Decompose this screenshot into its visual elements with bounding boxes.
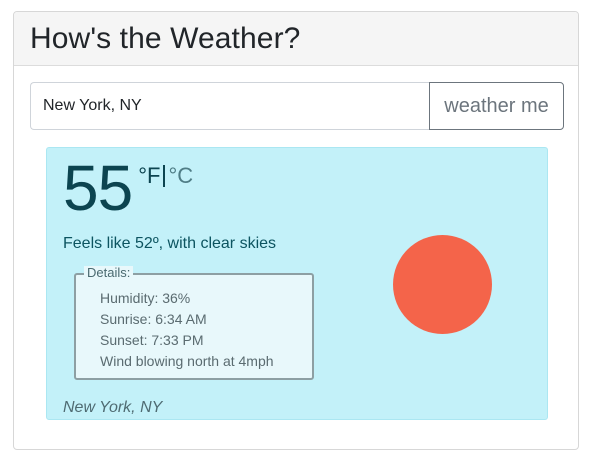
details-list: Humidity: 36% Sunrise: 6:34 AM Sunset: 7… — [100, 288, 274, 372]
feels-like-text: Feels like 52º, with clear skies — [63, 235, 277, 252]
details-legend: Details: — [84, 266, 134, 280]
temperature-display: 55 °F °C — [63, 156, 193, 220]
unit-toggle: °F °C — [138, 164, 193, 188]
city-search-input[interactable] — [30, 82, 429, 130]
weather-me-button[interactable]: weather me — [429, 82, 564, 130]
fahrenheit-toggle[interactable]: °F — [138, 164, 160, 188]
weather-result-panel: 55 °F °C Feels like 52º, with clear skie… — [46, 147, 548, 420]
sun-icon — [393, 235, 492, 334]
unit-divider — [163, 165, 166, 187]
card-header: How's the Weather? — [14, 12, 578, 66]
weather-card: How's the Weather? weather me 55 °F °C F… — [13, 11, 579, 450]
search-form: weather me — [30, 82, 564, 130]
celsius-toggle[interactable]: °C — [168, 164, 193, 188]
temperature-value: 55 — [63, 152, 133, 224]
humidity-item: Humidity: 36% — [100, 290, 191, 306]
location-label: New York, NY — [63, 399, 163, 416]
page-title: How's the Weather? — [30, 21, 301, 55]
sunset-item: Sunset: 7:33 PM — [100, 332, 204, 348]
details-fieldset: Details: Humidity: 36% Sunrise: 6:34 AM … — [74, 266, 314, 380]
sunrise-item: Sunrise: 6:34 AM — [100, 311, 207, 327]
wind-item: Wind blowing north at 4mph — [100, 353, 274, 369]
